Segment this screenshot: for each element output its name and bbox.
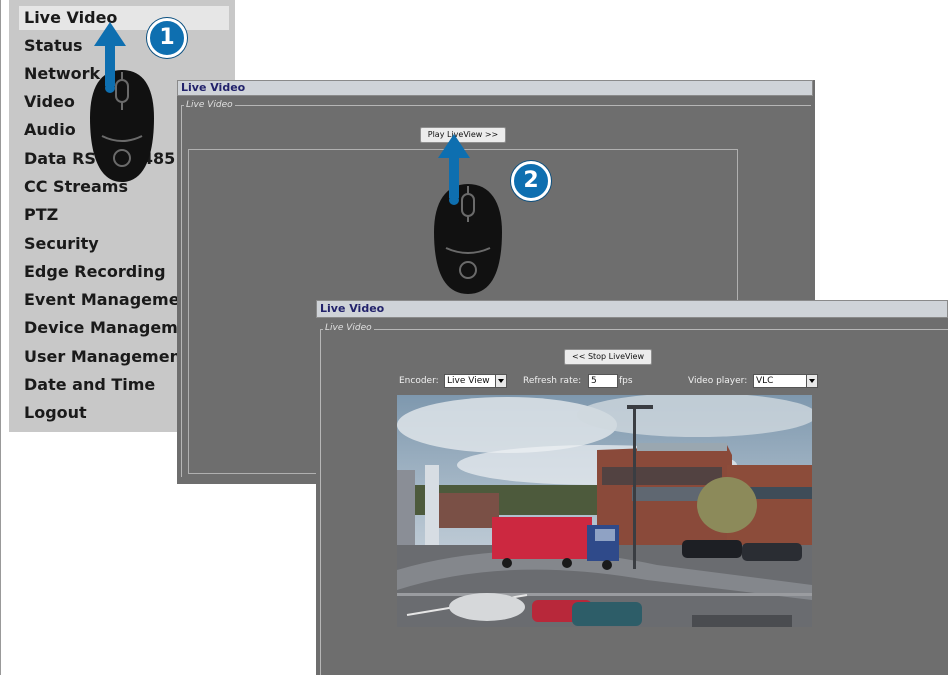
video-player-value: VLC [756,376,774,386]
page-left-border [0,0,1,675]
sidebar-item-video[interactable]: Video [24,90,75,114]
step-1-badge: 1 [147,18,187,58]
fieldset-left-border [320,329,321,675]
video-player-label: Video player: [688,376,748,386]
encoder-select[interactable]: Live View [444,374,507,388]
sidebar-item-edge-recording[interactable]: Edge Recording [24,260,166,284]
refresh-rate-input[interactable]: 5 [588,374,618,388]
arrow-up-icon [438,134,470,205]
fieldset-top-border [181,105,811,106]
sidebar-item-event-management[interactable]: Event Management [24,288,199,312]
sidebar-item-date-and-time[interactable]: Date and Time [24,373,155,397]
encoder-value: Live View [447,376,490,386]
dropdown-arrow-icon [806,375,817,387]
refresh-rate-unit: fps [619,376,633,386]
step-2-badge: 2 [511,161,551,201]
live-video-stream [397,395,812,627]
fieldset-left-border [181,105,182,477]
arrow-up-icon [94,22,126,93]
sidebar-item-ptz[interactable]: PTZ [24,203,58,227]
sidebar-item-security[interactable]: Security [24,232,99,256]
sidebar-item-user-management[interactable]: User Management [24,345,189,369]
sidebar-item-status[interactable]: Status [24,34,83,58]
fieldset-top-border [320,329,948,330]
fieldset-legend: Live Video [184,100,235,110]
stop-liveview-button[interactable]: << Stop LiveView [564,349,652,365]
panel-title: Live Video [177,80,813,96]
panel-title: Live Video [316,300,948,318]
encoder-label: Encoder: [399,376,439,386]
sidebar-item-logout[interactable]: Logout [24,401,87,425]
sidebar-item-audio[interactable]: Audio [24,118,76,142]
refresh-rate-label: Refresh rate: [523,376,582,386]
dropdown-arrow-icon [495,375,506,387]
video-player-select[interactable]: VLC [753,374,818,388]
fieldset-legend: Live Video [323,323,374,333]
